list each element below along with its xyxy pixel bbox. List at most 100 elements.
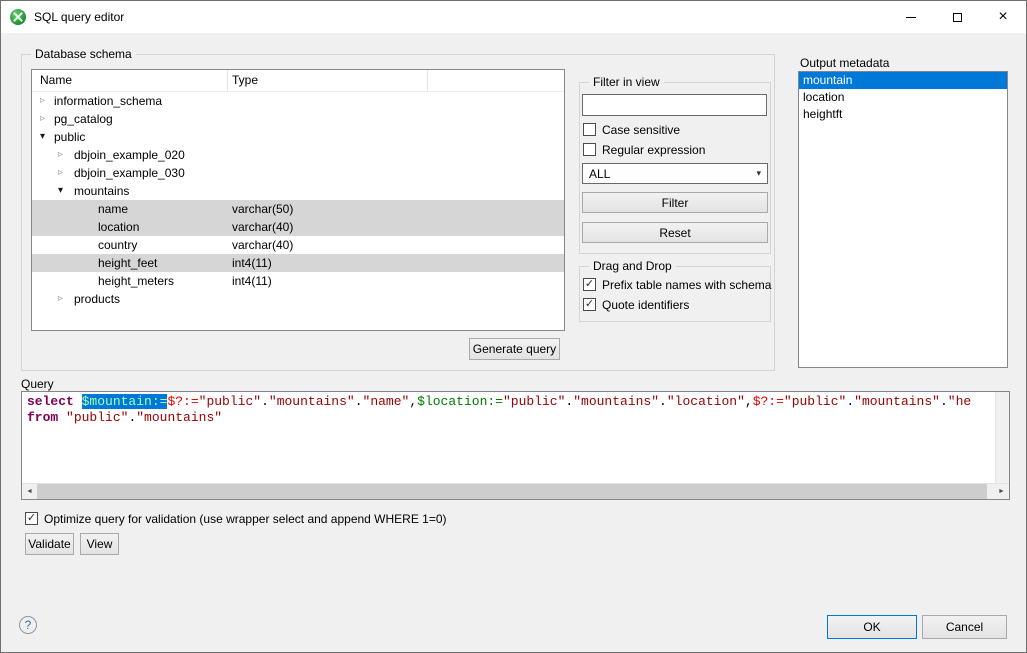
optimize-query-row[interactable]: ✓ Optimize query for validation (use wra… xyxy=(25,511,447,526)
tree-row-name[interactable]: name varchar(50) xyxy=(32,200,564,218)
titlebar[interactable]: SQL query editor × xyxy=(1,1,1026,33)
quote-identifiers-row[interactable]: ✓ Quote identifiers xyxy=(583,297,689,312)
column-separator[interactable] xyxy=(427,70,428,91)
chevron-down-icon: ▾ xyxy=(756,168,761,179)
expand-icon[interactable]: ▹ xyxy=(58,290,63,308)
validate-button[interactable]: Validate xyxy=(25,533,74,555)
expand-icon[interactable]: ▹ xyxy=(58,164,63,182)
query-token: $?:= xyxy=(753,394,784,409)
regular-expression-label: Regular expression xyxy=(602,143,705,157)
query-token: $?:= xyxy=(167,394,198,409)
node-label: public xyxy=(54,128,85,146)
tree-row-country[interactable]: countryvarchar(40) xyxy=(32,236,564,254)
tree-row-height_feet[interactable]: height_feetint4(11) xyxy=(32,254,564,272)
schema-tree[interactable]: Name Type ▹ information_schema▹pg_catalog… xyxy=(31,69,565,331)
query-editor[interactable]: select $mountain:=$?:="public"."mountain… xyxy=(21,391,1010,500)
drag-and-drop-label: Drag and Drop xyxy=(589,259,676,273)
tree-header: Name Type xyxy=(32,70,564,92)
tree-row-dbjoin_example_030[interactable]: ▹ dbjoin_example_030 xyxy=(32,164,564,182)
query-horizontal-scrollbar[interactable]: ◄ ► xyxy=(22,483,1009,499)
view-button[interactable]: View xyxy=(80,533,119,555)
query-token: "public" xyxy=(503,394,565,409)
scroll-left-icon[interactable]: ◄ xyxy=(22,484,37,499)
close-button[interactable]: × xyxy=(980,1,1026,33)
collapse-icon[interactable]: ▾ xyxy=(58,182,63,200)
query-token: "public" xyxy=(66,410,128,425)
output-metadata-label: Output metadata xyxy=(800,56,889,70)
filter-in-view-label: Filter in view xyxy=(589,75,664,89)
query-token: . xyxy=(355,394,363,409)
expand-icon[interactable]: ▹ xyxy=(58,146,63,164)
reset-button[interactable]: Reset xyxy=(582,222,768,243)
minimize-icon xyxy=(906,17,916,18)
column-header-type[interactable]: Type xyxy=(232,73,258,87)
tree-row-dbjoin_example_020[interactable]: ▹dbjoin_example_020 xyxy=(32,146,564,164)
node-label: information_schema xyxy=(54,92,162,110)
regular-expression-row[interactable]: Regular expression xyxy=(583,142,705,157)
case-sensitive-checkbox[interactable] xyxy=(583,123,596,136)
query-token: . xyxy=(940,394,948,409)
optimize-query-label: Optimize query for validation (use wrapp… xyxy=(44,512,447,526)
prefix-table-names-row[interactable]: ✓ Prefix table names with schema xyxy=(583,277,771,292)
tree-row-height_meters[interactable]: height_metersint4(11) xyxy=(32,272,564,290)
help-button[interactable]: ? xyxy=(19,616,37,634)
column-header-name[interactable]: Name xyxy=(40,73,72,87)
drag-and-drop-group: Drag and Drop xyxy=(579,266,771,322)
window-title: SQL query editor xyxy=(34,10,124,24)
filter-scope-select[interactable]: ALL ▾ xyxy=(582,163,768,184)
scroll-right-icon[interactable]: ► xyxy=(994,484,1009,499)
tree-row-information_schema[interactable]: ▹ information_schema xyxy=(32,92,564,110)
query-text[interactable]: select $mountain:=$?:="public"."mountain… xyxy=(27,394,994,482)
query-token: "mountains" xyxy=(573,394,659,409)
column-separator[interactable] xyxy=(227,70,228,91)
node-label: dbjoin_example_030 xyxy=(74,164,185,182)
maximize-button[interactable] xyxy=(934,1,980,33)
query-token: . xyxy=(261,394,269,409)
filter-button[interactable]: Filter xyxy=(582,192,768,213)
query-token: "name" xyxy=(363,394,410,409)
sql-query-editor-window: SQL query editor × Database schema Name … xyxy=(0,0,1027,653)
expand-icon[interactable]: ▹ xyxy=(40,92,45,110)
filter-input[interactable] xyxy=(582,94,767,116)
tree-row-location[interactable]: locationvarchar(40) xyxy=(32,218,564,236)
node-label: name xyxy=(98,200,128,218)
generate-query-button[interactable]: Generate query xyxy=(469,338,560,360)
query-token: "mountains" xyxy=(136,410,222,425)
node-type: varchar(40) xyxy=(232,218,293,236)
metadata-item-heightft[interactable]: heightft xyxy=(799,106,1007,123)
query-token: select xyxy=(27,394,82,409)
query-vertical-scrollbar[interactable] xyxy=(995,392,1009,484)
tree-row-public[interactable]: ▾ public xyxy=(32,128,564,146)
cancel-button[interactable]: Cancel xyxy=(922,615,1007,639)
query-token: $location:= xyxy=(417,394,503,409)
app-icon xyxy=(10,9,26,25)
case-sensitive-row[interactable]: Case sensitive xyxy=(583,122,680,137)
node-type: varchar(40) xyxy=(232,236,293,254)
optimize-query-checkbox[interactable]: ✓ xyxy=(25,512,38,525)
window-controls: × xyxy=(888,1,1026,33)
node-label: products xyxy=(74,290,120,308)
regular-expression-checkbox[interactable] xyxy=(583,143,596,156)
output-metadata-list[interactable]: mountainlocationheightft xyxy=(798,71,1008,368)
tree-row-mountains[interactable]: ▾ mountains xyxy=(32,182,564,200)
query-token: . xyxy=(846,394,854,409)
case-sensitive-label: Case sensitive xyxy=(602,123,680,137)
metadata-item-mountain[interactable]: mountain xyxy=(799,72,1007,89)
node-label: mountains xyxy=(74,182,129,200)
quote-identifiers-label: Quote identifiers xyxy=(602,298,689,312)
prefix-table-names-checkbox[interactable]: ✓ xyxy=(583,278,596,291)
tree-row-products[interactable]: ▹ products xyxy=(32,290,564,308)
ok-button[interactable]: OK xyxy=(827,615,917,639)
scrollbar-thumb[interactable] xyxy=(37,484,987,499)
tree-row-pg_catalog[interactable]: ▹pg_catalog xyxy=(32,110,564,128)
selected-text: $mountain:= xyxy=(82,394,168,409)
schema-tree-rows: ▹information_schema▹pg_catalog▾public▹db… xyxy=(32,92,564,308)
quote-identifiers-checkbox[interactable]: ✓ xyxy=(583,298,596,311)
node-type: varchar(50) xyxy=(232,200,293,218)
collapse-icon[interactable]: ▾ xyxy=(40,128,45,146)
expand-icon[interactable]: ▹ xyxy=(40,110,45,128)
metadata-item-location[interactable]: location xyxy=(799,89,1007,106)
prefix-table-names-label: Prefix table names with schema xyxy=(602,278,771,292)
database-schema-label: Database schema xyxy=(31,47,136,61)
minimize-button[interactable] xyxy=(888,1,934,33)
